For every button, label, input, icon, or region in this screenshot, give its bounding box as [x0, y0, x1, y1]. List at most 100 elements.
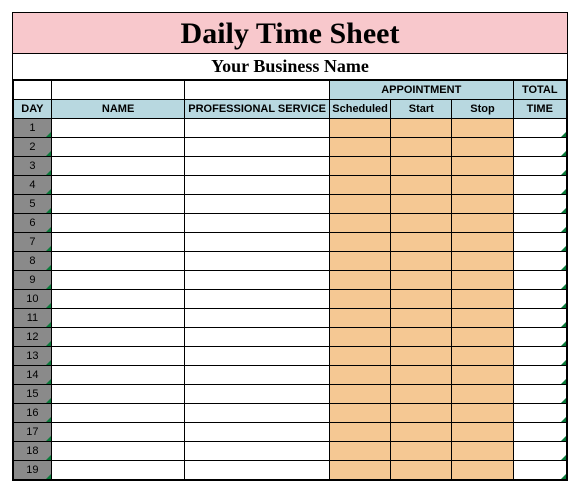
cell-start[interactable]: [391, 461, 452, 480]
cell-name[interactable]: [51, 290, 185, 309]
cell-stop[interactable]: [452, 214, 513, 233]
cell-total[interactable]: [513, 442, 566, 461]
cell-name[interactable]: [51, 119, 185, 138]
cell-scheduled[interactable]: [329, 404, 390, 423]
cell-start[interactable]: [391, 442, 452, 461]
cell-total[interactable]: [513, 309, 566, 328]
cell-stop[interactable]: [452, 252, 513, 271]
cell-service[interactable]: [185, 119, 330, 138]
cell-start[interactable]: [391, 195, 452, 214]
cell-name[interactable]: [51, 423, 185, 442]
cell-service[interactable]: [185, 423, 330, 442]
cell-stop[interactable]: [452, 366, 513, 385]
cell-start[interactable]: [391, 119, 452, 138]
cell-stop[interactable]: [452, 138, 513, 157]
cell-start[interactable]: [391, 214, 452, 233]
cell-scheduled[interactable]: [329, 347, 390, 366]
cell-service[interactable]: [185, 176, 330, 195]
cell-scheduled[interactable]: [329, 233, 390, 252]
cell-stop[interactable]: [452, 271, 513, 290]
cell-name[interactable]: [51, 214, 185, 233]
cell-start[interactable]: [391, 233, 452, 252]
cell-service[interactable]: [185, 138, 330, 157]
cell-name[interactable]: [51, 233, 185, 252]
cell-start[interactable]: [391, 157, 452, 176]
cell-service[interactable]: [185, 328, 330, 347]
cell-service[interactable]: [185, 442, 330, 461]
cell-stop[interactable]: [452, 423, 513, 442]
cell-name[interactable]: [51, 271, 185, 290]
cell-service[interactable]: [185, 347, 330, 366]
cell-total[interactable]: [513, 271, 566, 290]
cell-stop[interactable]: [452, 442, 513, 461]
cell-total[interactable]: [513, 385, 566, 404]
cell-scheduled[interactable]: [329, 309, 390, 328]
cell-name[interactable]: [51, 138, 185, 157]
cell-scheduled[interactable]: [329, 214, 390, 233]
cell-total[interactable]: [513, 347, 566, 366]
cell-total[interactable]: [513, 366, 566, 385]
cell-stop[interactable]: [452, 385, 513, 404]
cell-service[interactable]: [185, 461, 330, 480]
cell-total[interactable]: [513, 252, 566, 271]
cell-service[interactable]: [185, 271, 330, 290]
cell-scheduled[interactable]: [329, 176, 390, 195]
cell-total[interactable]: [513, 290, 566, 309]
cell-name[interactable]: [51, 195, 185, 214]
cell-service[interactable]: [185, 385, 330, 404]
cell-stop[interactable]: [452, 347, 513, 366]
cell-stop[interactable]: [452, 309, 513, 328]
cell-start[interactable]: [391, 138, 452, 157]
cell-stop[interactable]: [452, 233, 513, 252]
cell-total[interactable]: [513, 233, 566, 252]
cell-scheduled[interactable]: [329, 252, 390, 271]
cell-name[interactable]: [51, 347, 185, 366]
cell-scheduled[interactable]: [329, 442, 390, 461]
cell-start[interactable]: [391, 309, 452, 328]
cell-scheduled[interactable]: [329, 366, 390, 385]
cell-stop[interactable]: [452, 404, 513, 423]
cell-total[interactable]: [513, 195, 566, 214]
cell-scheduled[interactable]: [329, 423, 390, 442]
cell-stop[interactable]: [452, 328, 513, 347]
cell-name[interactable]: [51, 176, 185, 195]
cell-stop[interactable]: [452, 461, 513, 480]
cell-total[interactable]: [513, 157, 566, 176]
cell-total[interactable]: [513, 176, 566, 195]
cell-scheduled[interactable]: [329, 157, 390, 176]
cell-name[interactable]: [51, 461, 185, 480]
cell-scheduled[interactable]: [329, 119, 390, 138]
cell-service[interactable]: [185, 233, 330, 252]
cell-start[interactable]: [391, 347, 452, 366]
cell-total[interactable]: [513, 423, 566, 442]
cell-start[interactable]: [391, 404, 452, 423]
cell-service[interactable]: [185, 252, 330, 271]
cell-name[interactable]: [51, 309, 185, 328]
cell-start[interactable]: [391, 290, 452, 309]
cell-stop[interactable]: [452, 176, 513, 195]
cell-total[interactable]: [513, 328, 566, 347]
cell-total[interactable]: [513, 138, 566, 157]
cell-service[interactable]: [185, 366, 330, 385]
cell-service[interactable]: [185, 290, 330, 309]
cell-stop[interactable]: [452, 195, 513, 214]
cell-start[interactable]: [391, 366, 452, 385]
cell-scheduled[interactable]: [329, 271, 390, 290]
cell-name[interactable]: [51, 442, 185, 461]
cell-service[interactable]: [185, 309, 330, 328]
cell-service[interactable]: [185, 195, 330, 214]
cell-scheduled[interactable]: [329, 328, 390, 347]
cell-start[interactable]: [391, 328, 452, 347]
cell-scheduled[interactable]: [329, 385, 390, 404]
cell-scheduled[interactable]: [329, 461, 390, 480]
cell-name[interactable]: [51, 328, 185, 347]
cell-scheduled[interactable]: [329, 138, 390, 157]
cell-service[interactable]: [185, 214, 330, 233]
cell-total[interactable]: [513, 461, 566, 480]
cell-name[interactable]: [51, 157, 185, 176]
cell-scheduled[interactable]: [329, 290, 390, 309]
cell-start[interactable]: [391, 176, 452, 195]
cell-total[interactable]: [513, 214, 566, 233]
cell-start[interactable]: [391, 271, 452, 290]
cell-total[interactable]: [513, 119, 566, 138]
